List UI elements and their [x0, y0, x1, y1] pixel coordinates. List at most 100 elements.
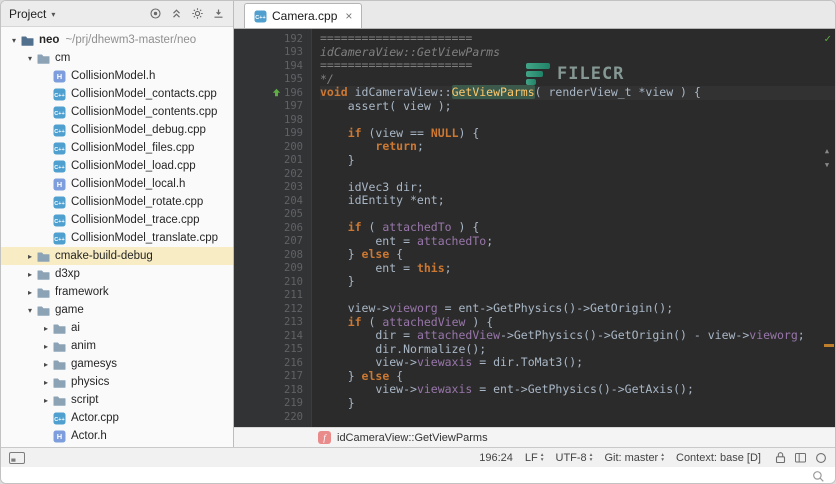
line-number[interactable]: 205: [234, 208, 311, 222]
tree-item-collisionmodel-contents-cpp[interactable]: C++ CollisionModel_contents.cpp: [1, 103, 233, 121]
line-number[interactable]: 210: [234, 275, 311, 289]
chevron-collapsed-icon[interactable]: ▸: [39, 342, 53, 351]
chevron-expanded-icon[interactable]: ▾: [23, 306, 37, 315]
line-number[interactable]: 219: [234, 397, 311, 411]
tree-item-cm[interactable]: ▾ cm: [1, 49, 233, 67]
tree-item-script[interactable]: ▸ script: [1, 391, 233, 409]
tree-item-collisionmodel-h[interactable]: H CollisionModel.h: [1, 67, 233, 85]
line-number[interactable]: 193: [234, 46, 311, 60]
line-number[interactable]: 217: [234, 370, 311, 384]
encoding-selector[interactable]: UTF-8 ▴ ▾: [556, 452, 593, 464]
chevron-collapsed-icon[interactable]: ▸: [39, 360, 53, 369]
line-separator-selector[interactable]: LF ▴ ▾: [525, 452, 544, 464]
project-tree[interactable]: ▾ neo ~/prj/dhewm3-master/neo ▾ cm H Collision…: [1, 27, 233, 443]
line-number[interactable]: 192: [234, 32, 311, 46]
method-marker-icon[interactable]: [272, 88, 281, 97]
line-number[interactable]: 195: [234, 73, 311, 87]
tree-item-cmake-build-debug[interactable]: ▸ cmake-build-debug: [1, 247, 233, 265]
layout-icon[interactable]: [794, 451, 807, 464]
chevron-collapsed-icon[interactable]: ▸: [23, 270, 37, 279]
line-number[interactable]: 202: [234, 167, 311, 181]
tree-item-framework[interactable]: ▸ framework: [1, 283, 233, 301]
editor-pane: C++ Camera.cpp × 192 193 194 195 196 197 198 19…: [234, 1, 835, 447]
line-number[interactable]: 203: [234, 181, 311, 195]
line-number[interactable]: 214: [234, 329, 311, 343]
tree-item-anim[interactable]: ▸ anim: [1, 337, 233, 355]
inspection-check-icon[interactable]: ✓: [824, 32, 831, 45]
tree-item-collisionmodel-contacts-cpp[interactable]: C++ CollisionModel_contacts.cpp: [1, 85, 233, 103]
code-editor[interactable]: 192 193 194 195 196 197 198 199 200 201 202 203 204 2…: [234, 29, 835, 427]
tree-item-actor-h[interactable]: H Actor.h: [1, 427, 233, 443]
line-number[interactable]: 206: [234, 221, 311, 235]
line-number[interactable]: 212: [234, 302, 311, 316]
settings-gear-icon[interactable]: [190, 7, 204, 21]
line-number[interactable]: 218: [234, 383, 311, 397]
folder-icon: [37, 269, 52, 280]
tab-camera-cpp[interactable]: C++ Camera.cpp ×: [244, 3, 363, 28]
folder-icon: [53, 377, 68, 388]
scrollbar-down-icon[interactable]: ▼: [821, 161, 833, 169]
line-number[interactable]: 215: [234, 343, 311, 357]
line-number[interactable]: 216: [234, 356, 311, 370]
project-dropdown-icon[interactable]: ▾: [51, 10, 55, 19]
indicator-circle-icon[interactable]: [815, 452, 827, 464]
editor-gutter[interactable]: 192 193 194 195 196 197 198 199 200 201 202 203 204 2…: [234, 29, 312, 427]
tree-item-collisionmodel-files-cpp[interactable]: C++ CollisionModel_files.cpp: [1, 139, 233, 157]
line-number[interactable]: 211: [234, 289, 311, 303]
tree-item-collisionmodel-translate-cpp[interactable]: C++ CollisionModel_translate.cpp: [1, 229, 233, 247]
tree-item-physics[interactable]: ▸ physics: [1, 373, 233, 391]
tree-item-collisionmodel-trace-cpp[interactable]: C++ CollisionModel_trace.cpp: [1, 211, 233, 229]
tree-item-collisionmodel-load-cpp[interactable]: C++ CollisionModel_load.cpp: [1, 157, 233, 175]
tree-item-gamesys[interactable]: ▸ gamesys: [1, 355, 233, 373]
line-number[interactable]: 208: [234, 248, 311, 262]
tab-close-icon[interactable]: ×: [345, 9, 352, 23]
line-number[interactable]: 199: [234, 127, 311, 141]
code-line-193: idCameraView::GetViewParms: [320, 44, 501, 59]
line-number[interactable]: 213: [234, 316, 311, 330]
line-number[interactable]: 196: [234, 86, 311, 100]
cpp-file-icon: C++: [53, 232, 68, 245]
line-number[interactable]: 204: [234, 194, 311, 208]
tree-item-game[interactable]: ▾ game: [1, 301, 233, 319]
tree-item-collisionmodel-rotate-cpp[interactable]: C++ CollisionModel_rotate.cpp: [1, 193, 233, 211]
tree-item-actor-cpp[interactable]: C++ Actor.cpp: [1, 409, 233, 427]
line-number[interactable]: 209: [234, 262, 311, 276]
line-number[interactable]: 197: [234, 100, 311, 114]
tree-item-hint: ~/prj/dhewm3-master/neo: [65, 34, 197, 46]
tree-item-neo[interactable]: ▾ neo ~/prj/dhewm3-master/neo: [1, 31, 233, 49]
chevron-collapsed-icon[interactable]: ▸: [23, 288, 37, 297]
line-number[interactable]: 200: [234, 140, 311, 154]
line-number[interactable]: 198: [234, 113, 311, 127]
chevron-expanded-icon[interactable]: ▾: [7, 36, 21, 45]
header-file-icon: H: [53, 70, 68, 83]
warning-stripe-mark[interactable]: [824, 344, 834, 347]
hide-panel-icon[interactable]: [211, 7, 225, 21]
editor-code[interactable]: ====================== idCameraView::GetV…: [312, 29, 835, 427]
tree-item-collisionmodel-debug-cpp[interactable]: C++ CollisionModel_debug.cpp: [1, 121, 233, 139]
line-number[interactable]: 201: [234, 154, 311, 168]
chevron-collapsed-icon[interactable]: ▸: [23, 252, 37, 261]
chevron-collapsed-icon[interactable]: ▸: [39, 378, 53, 387]
chevron-collapsed-icon[interactable]: ▸: [39, 396, 53, 405]
breadcrumb-method[interactable]: idCameraView::GetViewParms: [337, 432, 488, 444]
tree-item-ai[interactable]: ▸ ai: [1, 319, 233, 337]
tree-item-label: CollisionModel_rotate.cpp: [71, 196, 204, 208]
tree-item-d3xp[interactable]: ▸ d3xp: [1, 265, 233, 283]
toolwindow-toggle-icon[interactable]: [9, 451, 25, 464]
locate-icon[interactable]: [148, 7, 162, 21]
line-number[interactable]: 194: [234, 59, 311, 73]
collapse-all-icon[interactable]: [169, 7, 183, 21]
caret-position[interactable]: 196:24: [479, 452, 513, 464]
context-widget[interactable]: Context: base [D]: [676, 452, 761, 464]
chevron-collapsed-icon[interactable]: ▸: [39, 324, 53, 333]
chevron-expanded-icon[interactable]: ▾: [23, 54, 37, 63]
code-line-219: }: [320, 395, 355, 410]
line-number[interactable]: 207: [234, 235, 311, 249]
line-number[interactable]: 220: [234, 410, 311, 424]
project-panel-title[interactable]: Project: [9, 7, 46, 21]
tree-item-collisionmodel-local-h[interactable]: H CollisionModel_local.h: [1, 175, 233, 193]
git-branch-selector[interactable]: Git: master ▴ ▾: [604, 452, 664, 464]
scrollbar-up-icon[interactable]: ▲: [821, 147, 833, 155]
lock-icon[interactable]: [775, 451, 786, 464]
